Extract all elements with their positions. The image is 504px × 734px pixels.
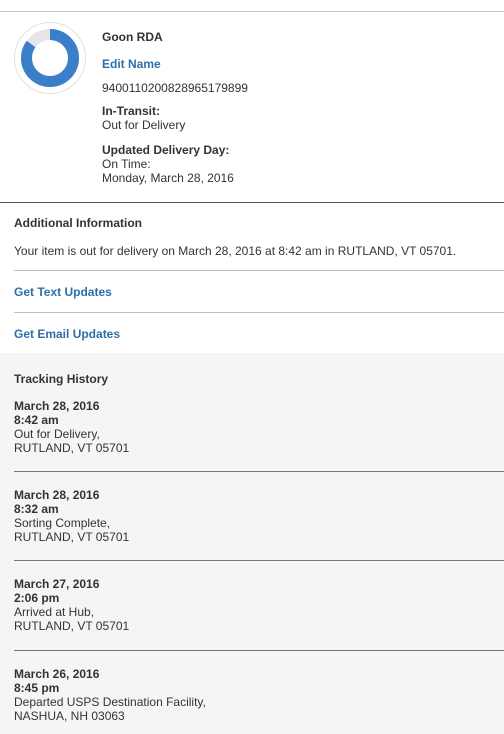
- history-event: March 26, 2016 8:45 pm Departed USPS Des…: [14, 667, 494, 723]
- event-time: 8:45 pm: [14, 681, 60, 695]
- delivery-on-time: On Time:: [102, 157, 151, 171]
- event-location: RUTLAND, VT 05701: [14, 441, 130, 455]
- event-description: Departed USPS Destination Facility,: [14, 695, 206, 709]
- divider: [14, 312, 504, 313]
- status-title: In-Transit:: [102, 104, 161, 118]
- event-location: RUTLAND, VT 05701: [14, 530, 130, 544]
- progress-ring-graphic: [21, 29, 79, 87]
- delivery-date: Monday, March 28, 2016: [102, 171, 234, 185]
- event-date: March 26, 2016: [14, 667, 100, 681]
- event-time: 8:32 am: [14, 502, 59, 516]
- event-location: NASHUA, NH 03063: [14, 709, 125, 723]
- progress-ring: [14, 22, 86, 94]
- event-date: March 28, 2016: [14, 488, 100, 502]
- get-email-updates-link[interactable]: Get Email Updates: [14, 327, 120, 341]
- history-event: March 28, 2016 8:32 am Sorting Complete,…: [14, 488, 494, 544]
- tracking-summary: Goon RDA Edit Name 940011020082896517989…: [0, 12, 504, 202]
- additional-info-title: Additional Information: [14, 216, 142, 230]
- event-date: March 28, 2016: [14, 399, 100, 413]
- event-time: 8:42 am: [14, 413, 59, 427]
- section-divider: [0, 202, 504, 203]
- tracking-history: Tracking History March 28, 2016 8:42 am …: [0, 353, 504, 734]
- history-event: March 28, 2016 8:42 am Out for Delivery,…: [14, 399, 494, 455]
- event-divider: [14, 560, 504, 561]
- tracking-number: 9400110200828965179899: [102, 81, 248, 95]
- delivery-day-block: Updated Delivery Day: On Time: Monday, M…: [102, 143, 492, 185]
- status-text: Out for Delivery: [102, 118, 186, 132]
- delivery-day-title: Updated Delivery Day:: [102, 143, 230, 157]
- event-divider: [14, 471, 504, 472]
- package-nickname: Goon RDA: [102, 30, 163, 44]
- edit-name-link[interactable]: Edit Name: [102, 57, 161, 71]
- event-description: Arrived at Hub,: [14, 605, 95, 619]
- divider: [14, 270, 504, 271]
- event-description: Sorting Complete,: [14, 516, 111, 530]
- event-location: RUTLAND, VT 05701: [14, 619, 130, 633]
- event-date: March 27, 2016: [14, 577, 100, 591]
- status-block: In-Transit: Out for Delivery: [102, 104, 492, 132]
- event-divider: [14, 650, 504, 651]
- event-description: Out for Delivery,: [14, 427, 100, 441]
- history-event: March 27, 2016 2:06 pm Arrived at Hub, R…: [14, 577, 494, 633]
- additional-info-text: Your item is out for delivery on March 2…: [14, 244, 457, 258]
- event-time: 2:06 pm: [14, 591, 60, 605]
- top-border: [0, 0, 504, 12]
- tracking-history-title: Tracking History: [14, 372, 109, 386]
- package-details: Goon RDA Edit Name 940011020082896517989…: [102, 30, 492, 185]
- get-text-updates-link[interactable]: Get Text Updates: [14, 285, 112, 299]
